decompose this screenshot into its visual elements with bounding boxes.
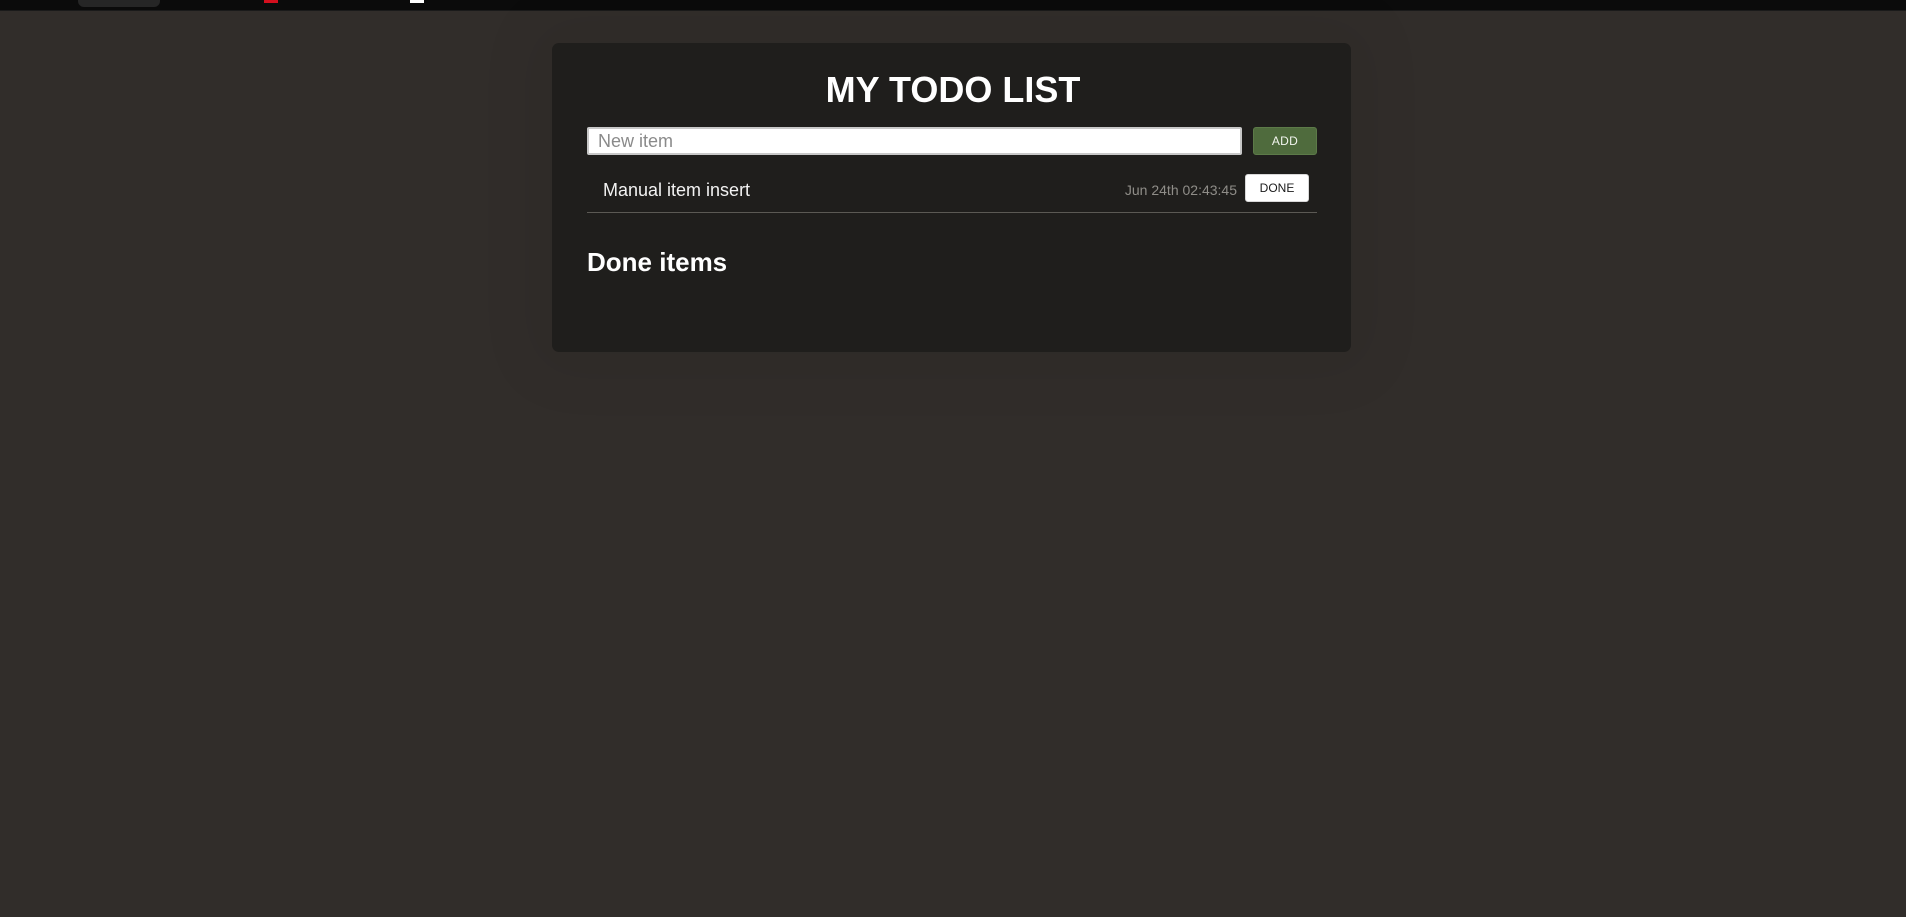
bookmark-favicon-icon[interactable] [410,0,424,3]
done-button[interactable]: DONE [1245,174,1309,202]
bookmark-favicon-icon[interactable] [264,0,278,3]
new-item-input[interactable] [587,127,1242,155]
todo-item-text: Manual item insert [603,180,751,200]
add-button[interactable]: ADD [1253,127,1317,155]
browser-tab[interactable] [78,0,160,7]
done-items-heading: Done items [587,247,728,277]
todo-list: Manual item insert Jun 24th 02:43:45 DON… [587,170,1317,213]
page-title: MY TODO LIST [825,69,1081,110]
todo-item-timestamp: Jun 24th 02:43:45 [1124,182,1237,198]
browser-top-bar [0,0,1906,11]
todo-item: Manual item insert Jun 24th 02:43:45 DON… [587,170,1317,213]
